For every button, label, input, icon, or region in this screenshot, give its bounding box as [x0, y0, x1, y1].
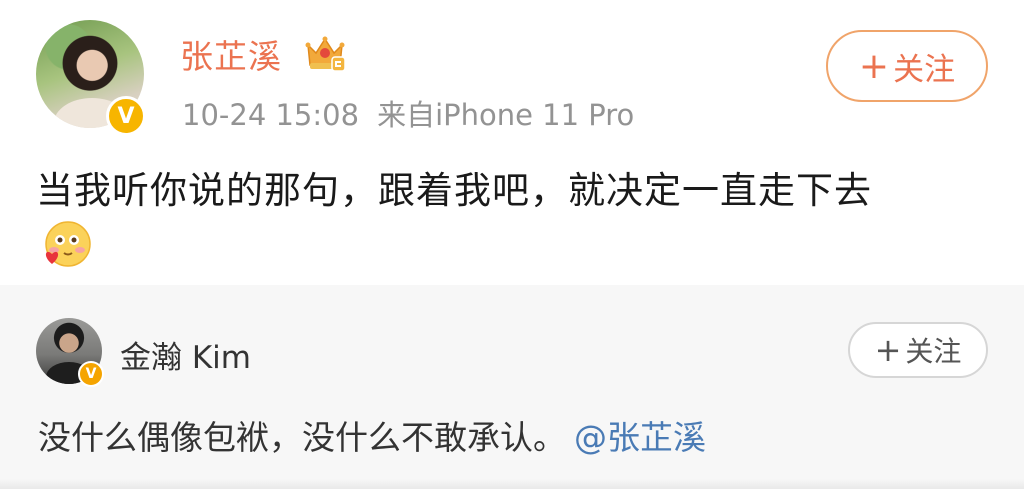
repost-text: 没什么偶像包袱，没什么不敢承认。 @张芷溪	[38, 411, 706, 459]
weibo-post: V 张芷溪 10-24 15:08 来自iPhone 11 Pro + 关注 当我…	[0, 0, 1024, 285]
repost-follow-button[interactable]: + 关注	[848, 322, 988, 378]
shy-love-emoji-icon	[45, 221, 91, 267]
bottom-divider	[0, 479, 1024, 489]
post-text: 当我听你说的那句，跟着我吧，就决定一直走下去	[36, 169, 872, 212]
plus-icon: +	[874, 331, 902, 369]
post-source: 来自iPhone 11 Pro	[377, 98, 635, 132]
plus-icon: +	[858, 45, 890, 87]
repost-author-name[interactable]: 金瀚 Kim	[120, 332, 251, 377]
crown-icon	[305, 36, 346, 72]
repost-block[interactable]: V 金瀚 Kim + 关注 没什么偶像包袱，没什么不敢承认。 @张芷溪	[0, 285, 1024, 489]
follow-button-label: 关注	[905, 335, 962, 368]
author-name[interactable]: 张芷溪	[180, 30, 282, 78]
mention-link[interactable]: @张芷溪	[574, 418, 706, 457]
follow-button-label: 关注	[893, 51, 956, 88]
follow-button[interactable]: + 关注	[826, 30, 988, 102]
verified-badge-letter: V	[117, 103, 135, 129]
verified-badge-letter: V	[85, 366, 97, 382]
post-meta: 10-24 15:08 来自iPhone 11 Pro	[182, 92, 634, 134]
post-timestamp: 10-24 15:08	[182, 98, 360, 132]
repost-body: 没什么偶像包袱，没什么不敢承认。	[38, 418, 566, 457]
verified-badge-icon: V	[78, 361, 104, 387]
verified-badge-icon: V	[106, 96, 146, 136]
